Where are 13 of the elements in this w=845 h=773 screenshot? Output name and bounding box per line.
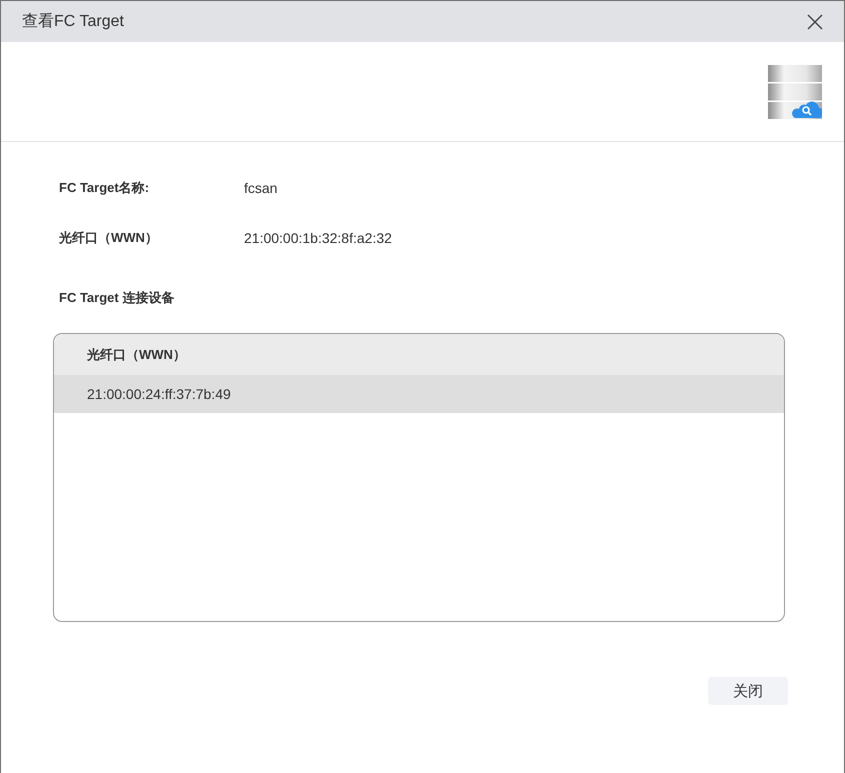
close-button[interactable] xyxy=(807,14,823,30)
field-value: 21:00:00:1b:32:8f:a2:32 xyxy=(244,230,392,246)
table-cell: 21:00:00:24:ff:37:7b:49 xyxy=(87,386,231,402)
section-title: FC Target 连接设备 xyxy=(58,289,174,307)
field-label: 光纤口（WWN） xyxy=(58,229,159,247)
server-search-icon xyxy=(768,65,822,119)
close-dialog-button[interactable]: 关闭 xyxy=(708,677,788,705)
table-row[interactable]: 21:00:00:24:ff:37:7b:49 xyxy=(54,375,784,413)
close-icon xyxy=(807,14,823,30)
column-header: 光纤口（WWN） xyxy=(87,346,186,364)
field-value: fcsan xyxy=(244,180,278,196)
window-title: 查看FC Target xyxy=(22,12,124,32)
field-label: FC Target名称: xyxy=(58,179,150,197)
